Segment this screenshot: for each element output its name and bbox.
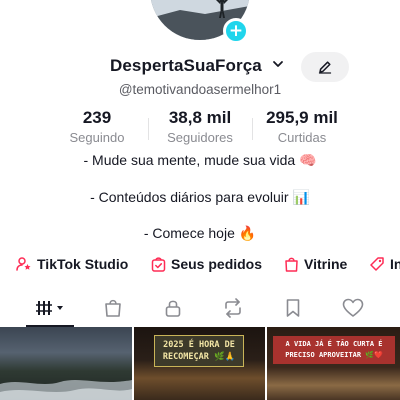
profile-handle: @temotivandoasermelhor1 xyxy=(118,82,282,97)
link-label: Vitrine xyxy=(304,256,348,272)
bio-line: - Conteúdos diários para evoluir 📊 xyxy=(90,189,310,205)
tab-private[interactable] xyxy=(149,292,197,324)
bookmark-icon xyxy=(286,299,300,317)
stat-following[interactable]: 239 Seguindo xyxy=(47,108,147,145)
order-bag-icon xyxy=(151,257,166,272)
link-label: In xyxy=(390,256,400,272)
stat-followers[interactable]: 38,8 mil Seguidores xyxy=(150,108,250,145)
profile-links-row: TikTok Studio Seus pedidos Vitrine In xyxy=(0,256,400,276)
video-grid: 2025 É HORA DE RECOMEÇAR 🌿🙏 A VIDA JÁ É … xyxy=(0,327,400,400)
profile-avatar[interactable]: + xyxy=(150,0,250,44)
pencil-icon xyxy=(318,61,332,74)
tag-icon xyxy=(370,257,384,271)
profile-stats: 239 Seguindo 38,8 mil Seguidores 295,9 m… xyxy=(0,108,400,148)
person-star-icon xyxy=(16,257,31,271)
tab-favorites[interactable] xyxy=(269,292,317,324)
video-thumbnail[interactable] xyxy=(0,327,132,400)
chevron-down-icon[interactable] xyxy=(272,57,284,75)
bag-icon xyxy=(105,299,121,317)
sea-wave-image xyxy=(0,380,132,400)
video-caption: A VIDA JÁ É TÃO CURTA É PRECISO APROVEIT… xyxy=(273,336,395,364)
stat-likes[interactable]: 295,9 mil Curtidas xyxy=(252,108,352,145)
stat-label: Curtidas xyxy=(277,130,327,145)
username-row: DespertaSuaForça xyxy=(0,52,400,82)
avatar-add-plus-icon[interactable]: + xyxy=(223,18,249,44)
lock-icon xyxy=(165,300,181,317)
edit-profile-button[interactable] xyxy=(301,52,349,82)
grid-bars-icon xyxy=(36,301,63,315)
tab-reposts[interactable] xyxy=(209,292,257,324)
tiktok-studio-link[interactable]: TikTok Studio xyxy=(16,256,128,272)
video-thumbnail[interactable]: 2025 É HORA DE RECOMEÇAR 🌿🙏 xyxy=(134,327,265,400)
stat-label: Seguindo xyxy=(69,130,125,145)
video-caption: 2025 É HORA DE RECOMEÇAR 🌿🙏 xyxy=(154,335,244,367)
link-label: TikTok Studio xyxy=(37,256,129,272)
profile-username[interactable]: DespertaSuaForça xyxy=(110,56,262,76)
stat-value: 295,9 mil xyxy=(266,108,338,127)
shop-bag-icon xyxy=(285,257,298,272)
more-link[interactable]: In xyxy=(369,256,400,272)
bio-line: - Mude sua mente, mude sua vida 🧠 xyxy=(83,152,317,168)
bio-line: - Comece hoje 🔥 xyxy=(143,225,257,241)
tab-liked[interactable] xyxy=(329,292,377,324)
showcase-link[interactable]: Vitrine xyxy=(284,256,347,272)
tab-videos[interactable] xyxy=(26,292,74,324)
repost-icon xyxy=(225,298,241,318)
stat-value: 239 xyxy=(82,108,112,127)
link-label: Seus pedidos xyxy=(171,256,263,272)
tab-shop[interactable] xyxy=(89,292,137,324)
stat-divider xyxy=(148,118,149,140)
stat-label: Seguidores xyxy=(167,130,233,145)
orders-link[interactable]: Seus pedidos xyxy=(151,256,262,272)
content-tabs xyxy=(0,292,400,328)
heart-icon xyxy=(342,298,364,317)
stat-value: 38,8 mil xyxy=(168,108,232,127)
video-thumbnail[interactable]: A VIDA JÁ É TÃO CURTA É PRECISO APROVEIT… xyxy=(267,327,400,400)
